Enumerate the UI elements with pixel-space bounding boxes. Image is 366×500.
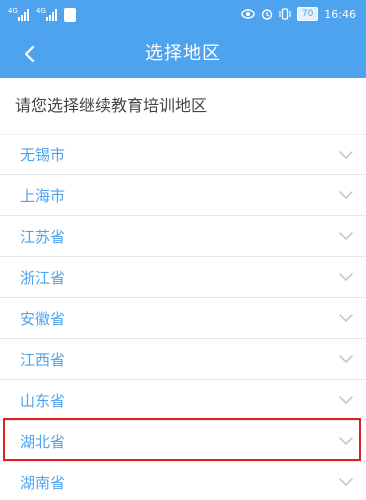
- region-prompt: 请您选择继续教育培训地区: [0, 78, 366, 134]
- battery-icon: 70: [296, 7, 319, 21]
- chevron-down-icon: [339, 396, 353, 404]
- network-type-label: 4G: [36, 7, 46, 15]
- region-item[interactable]: 湖北省: [0, 421, 366, 462]
- status-right: 70 16:46: [241, 7, 356, 21]
- page-title: 选择地区: [145, 43, 221, 64]
- region-item[interactable]: 山东省: [0, 380, 366, 421]
- region-item[interactable]: 江苏省: [0, 216, 366, 257]
- region-label: 上海市: [20, 186, 66, 205]
- signal-icon: 4G: [36, 7, 58, 21]
- region-label: 安徽省: [20, 309, 66, 328]
- region-item[interactable]: 上海市: [0, 175, 366, 216]
- region-item[interactable]: 湖南省: [0, 462, 366, 500]
- region-label: 江西省: [20, 350, 66, 369]
- eye-icon: [241, 9, 255, 19]
- vibrate-icon: [279, 8, 291, 20]
- app-header: 选择地区: [0, 30, 366, 78]
- chevron-down-icon: [339, 150, 353, 159]
- clock-time: 16:46: [324, 7, 356, 21]
- alarm-icon: [261, 9, 273, 20]
- status-bar: 4G 4G 70 16:46: [0, 0, 366, 30]
- signal-icon: 4G: [8, 7, 30, 21]
- chevron-down-icon: [339, 478, 353, 486]
- region-item[interactable]: 无锡市: [0, 135, 366, 175]
- chevron-down-icon: [339, 273, 353, 281]
- status-left: 4G 4G: [8, 7, 76, 22]
- chevron-down-icon: [339, 355, 353, 363]
- region-label: 浙江省: [20, 268, 66, 287]
- region-label: 无锡市: [20, 146, 66, 164]
- region-label: 江苏省: [20, 227, 66, 246]
- sim-icon: [64, 8, 76, 22]
- region-item[interactable]: 浙江省: [0, 257, 366, 298]
- network-type-label: 4G: [8, 7, 18, 15]
- region-item[interactable]: 安徽省: [0, 298, 366, 339]
- region-label: 山东省: [20, 391, 66, 410]
- region-label: 湖北省: [20, 432, 66, 451]
- chevron-down-icon: [339, 232, 353, 240]
- region-list: 无锡市上海市江苏省浙江省安徽省江西省山东省湖北省湖南省: [0, 135, 366, 500]
- chevron-down-icon: [339, 314, 353, 322]
- region-item[interactable]: 江西省: [0, 339, 366, 380]
- chevron-down-icon: [339, 191, 353, 199]
- chevron-down-icon: [339, 437, 353, 445]
- region-label: 湖南省: [20, 473, 66, 492]
